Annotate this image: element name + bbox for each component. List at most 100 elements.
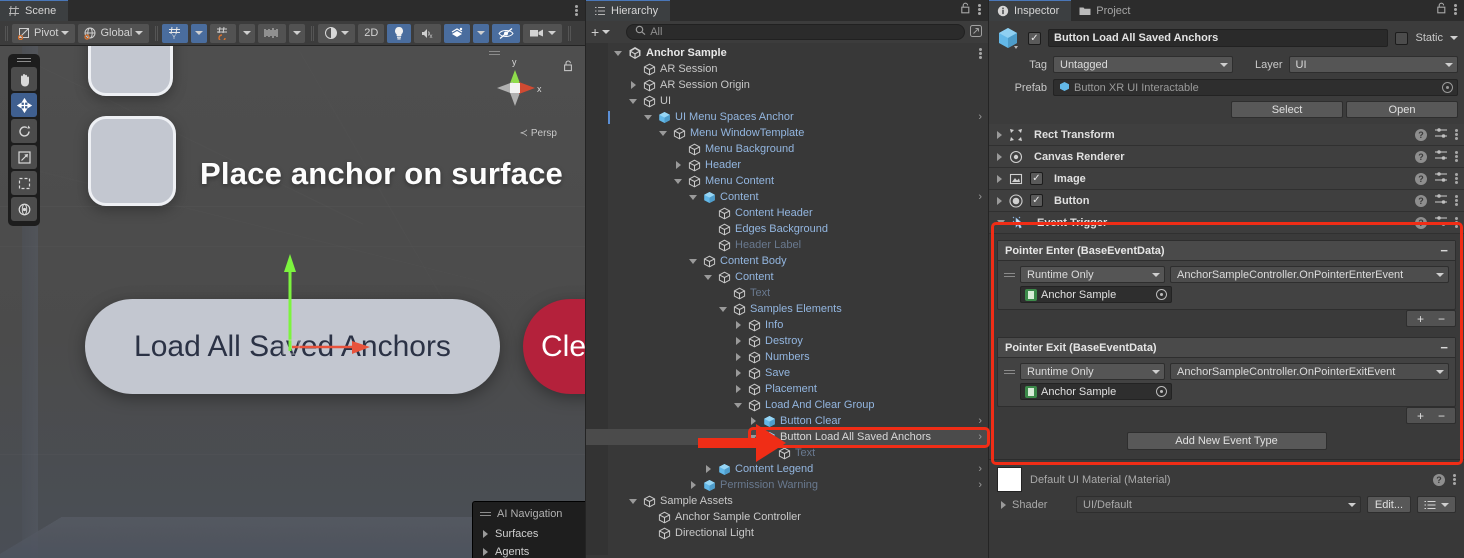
pivot-toggle-button[interactable]: Pivot [12, 23, 76, 43]
hierarchy-row[interactable]: Content Legend › [586, 461, 988, 477]
palette-drag-handle[interactable] [17, 58, 31, 63]
hierarchy-row[interactable]: Content Body [586, 253, 988, 269]
chevron-right-icon[interactable] [672, 161, 684, 169]
overlay-item-agents[interactable]: Agents [473, 543, 585, 558]
hierarchy-row[interactable]: Menu Background [586, 141, 988, 157]
tab-inspector[interactable]: Inspector [989, 0, 1072, 21]
tab-hierarchy[interactable]: Hierarchy [586, 0, 671, 21]
chevron-down-icon[interactable] [627, 498, 639, 504]
shader-menu-button[interactable] [1417, 496, 1456, 513]
component-header-event-trigger[interactable]: Event Trigger ? [989, 212, 1464, 234]
hierarchy-row[interactable]: Placement [586, 381, 988, 397]
object-picker-icon[interactable] [1442, 82, 1453, 93]
help-icon[interactable]: ? [1415, 150, 1427, 163]
chevron-right-icon[interactable] [687, 481, 699, 489]
chevron-down-icon[interactable] [657, 130, 669, 136]
hierarchy-tree[interactable]: Anchor Sample AR Session AR Session Origin… [586, 43, 988, 555]
chevron-right-icon[interactable] [747, 417, 759, 425]
hand-tool[interactable] [11, 67, 37, 91]
chevron-down-icon[interactable] [612, 50, 624, 56]
add-gameobject-button[interactable]: + [591, 24, 611, 40]
help-icon[interactable]: ? [1415, 216, 1427, 229]
ruler-dropdown[interactable] [289, 23, 306, 43]
chevron-right-icon[interactable] [732, 385, 744, 393]
increment-snap-dropdown[interactable] [239, 23, 256, 43]
hierarchy-row[interactable]: AR Session [586, 61, 988, 77]
shader-edit-button[interactable]: Edit... [1366, 496, 1411, 513]
layer-dropdown[interactable]: UI [1288, 56, 1458, 73]
hierarchy-row[interactable]: Text [586, 285, 988, 301]
event-title-row[interactable]: Pointer Exit (BaseEventData) − [998, 338, 1455, 358]
hierarchy-row[interactable]: Header [586, 157, 988, 173]
scene-kebab-icon[interactable] [575, 4, 578, 17]
lock-icon[interactable] [1436, 2, 1447, 17]
open-prefab-chevron-icon[interactable]: › [978, 111, 982, 123]
hierarchy-row[interactable]: AR Session Origin [586, 77, 988, 93]
scene-orientation-gizmo[interactable]: y x [483, 56, 547, 120]
add-new-event-type-button[interactable]: Add New Event Type [1126, 432, 1327, 450]
component-kebab-icon[interactable] [1455, 128, 1458, 141]
lighting-icon[interactable] [387, 23, 412, 43]
event-target-object-field[interactable]: Anchor Sample [1020, 383, 1172, 400]
hierarchy-row[interactable]: Header Label [586, 237, 988, 253]
chevron-right-icon[interactable] [997, 152, 1002, 161]
open-prefab-chevron-icon[interactable]: › [978, 191, 982, 203]
scene-projection-label[interactable]: ≺ Persp [519, 128, 557, 139]
hierarchy-row[interactable]: Content [586, 269, 988, 285]
component-header-canvas-renderer[interactable]: Canvas Renderer? [989, 146, 1464, 168]
tab-scene[interactable]: Scene [0, 0, 69, 21]
fx-icon[interactable] [444, 23, 471, 43]
remove-event-icon[interactable]: − [1440, 243, 1448, 258]
component-kebab-icon[interactable] [1455, 194, 1458, 207]
component-header-rect-transform[interactable]: Rect Transform? [989, 124, 1464, 146]
hierarchy-row[interactable]: Button Load All Saved Anchors › [586, 429, 988, 445]
chevron-down-icon[interactable] [687, 194, 699, 200]
chevron-right-icon[interactable] [702, 465, 714, 473]
object-picker-icon[interactable] [1156, 289, 1167, 300]
overlay-drag-handle[interactable] [480, 511, 491, 517]
component-header-image[interactable]: ✓ Image? [989, 168, 1464, 190]
component-kebab-icon[interactable] [1455, 216, 1458, 229]
visibility-off-icon[interactable] [492, 23, 521, 43]
rect-tool[interactable] [11, 171, 37, 195]
preset-icon[interactable] [1434, 149, 1448, 164]
chevron-right-icon[interactable] [627, 81, 639, 89]
hierarchy-kebab-icon[interactable] [978, 3, 981, 16]
chevron-right-icon[interactable] [483, 530, 488, 538]
open-prefab-chevron-icon[interactable]: › [978, 479, 982, 491]
camera-icon[interactable] [523, 23, 563, 43]
event-callback-dropdown[interactable]: AnchorSampleController.OnPointerExitEven… [1170, 363, 1449, 380]
shader-dropdown[interactable]: UI/Default [1076, 496, 1361, 513]
hierarchy-search-input[interactable]: All [626, 24, 965, 40]
chevron-down-icon[interactable] [997, 220, 1005, 225]
chevron-right-icon[interactable] [1001, 500, 1006, 509]
shading-mode-icon[interactable] [318, 23, 356, 43]
add-listener-button[interactable]: + [1417, 312, 1424, 326]
move-tool[interactable] [11, 93, 37, 117]
chevron-down-icon[interactable] [747, 434, 759, 440]
event-title-row[interactable]: Pointer Enter (BaseEventData) − [998, 241, 1455, 261]
hierarchy-row-kebab-icon[interactable] [979, 47, 982, 60]
reorder-handle-icon[interactable] [1004, 270, 1015, 279]
hierarchy-row[interactable]: Anchor Sample Controller [586, 509, 988, 525]
object-picker-icon[interactable] [1156, 386, 1167, 397]
remove-listener-button[interactable]: − [1438, 409, 1445, 423]
reorder-handle-icon[interactable] [1004, 367, 1015, 376]
chevron-down-icon[interactable] [627, 98, 639, 104]
hierarchy-row[interactable]: Info [586, 317, 988, 333]
hierarchy-row[interactable]: Menu Content [586, 173, 988, 189]
global-toggle-button[interactable]: Global [78, 23, 150, 43]
hierarchy-row[interactable]: Numbers [586, 349, 988, 365]
scene-tab-menu[interactable] [575, 4, 585, 21]
hierarchy-row[interactable]: Menu WindowTemplate [586, 125, 988, 141]
hierarchy-row[interactable]: Edges Background [586, 221, 988, 237]
event-target-object-field[interactable]: Anchor Sample [1020, 286, 1172, 303]
open-prefab-chevron-icon[interactable]: › [978, 431, 982, 443]
chevron-right-icon[interactable] [997, 174, 1002, 183]
chevron-down-icon[interactable] [732, 402, 744, 408]
component-kebab-icon[interactable] [1455, 150, 1458, 163]
audio-mute-icon[interactable]: x [414, 23, 442, 43]
gameobject-enabled-checkbox[interactable]: ✓ [1028, 31, 1041, 45]
scene-viewport[interactable]: Place anchor on surface Load All Saved A… [0, 46, 585, 558]
remove-event-icon[interactable]: − [1440, 340, 1448, 355]
